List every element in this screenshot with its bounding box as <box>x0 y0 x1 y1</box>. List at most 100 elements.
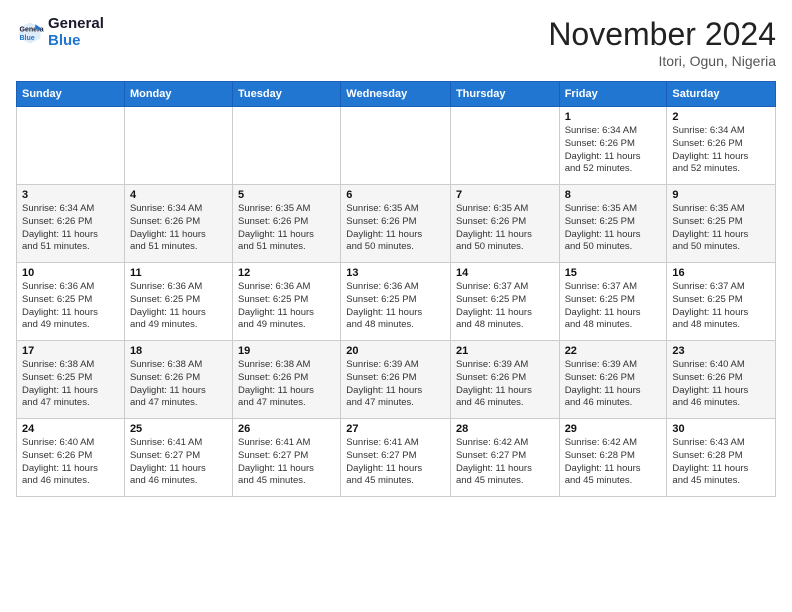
day-cell <box>17 107 125 185</box>
day-number: 3 <box>22 189 119 201</box>
day-info: Sunrise: 6:34 AM Sunset: 6:26 PM Dayligh… <box>672 125 770 176</box>
day-number: 24 <box>22 423 119 435</box>
day-cell: 26 Sunrise: 6:41 AM Sunset: 6:27 PM Dayli… <box>233 419 341 497</box>
week-row-1: 1 Sunrise: 6:34 AM Sunset: 6:26 PM Daylig… <box>17 107 776 185</box>
day-cell: 29 Sunrise: 6:42 AM Sunset: 6:28 PM Dayli… <box>559 419 667 497</box>
day-number: 19 <box>238 345 335 357</box>
day-info: Sunrise: 6:41 AM Sunset: 6:27 PM Dayligh… <box>346 437 445 488</box>
logo-text: General Blue <box>48 16 104 49</box>
day-number: 17 <box>22 345 119 357</box>
calendar-table: SundayMondayTuesdayWednesdayThursdayFrid… <box>16 81 776 497</box>
day-info: Sunrise: 6:36 AM Sunset: 6:25 PM Dayligh… <box>238 281 335 332</box>
day-cell: 2 Sunrise: 6:34 AM Sunset: 6:26 PM Daylig… <box>667 107 776 185</box>
day-info: Sunrise: 6:42 AM Sunset: 6:28 PM Dayligh… <box>565 437 662 488</box>
day-cell: 20Sunrise: 6:39 AM Sunset: 6:26 PM Dayli… <box>341 341 451 419</box>
day-cell: 11Sunrise: 6:36 AM Sunset: 6:25 PM Dayli… <box>124 263 232 341</box>
day-info: Sunrise: 6:37 AM Sunset: 6:25 PM Dayligh… <box>456 281 554 332</box>
day-info: Sunrise: 6:40 AM Sunset: 6:26 PM Dayligh… <box>22 437 119 488</box>
day-cell: 7 Sunrise: 6:35 AM Sunset: 6:26 PM Daylig… <box>450 185 559 263</box>
day-number: 9 <box>672 189 770 201</box>
day-cell: 27 Sunrise: 6:41 AM Sunset: 6:27 PM Dayli… <box>341 419 451 497</box>
day-cell: 24 Sunrise: 6:40 AM Sunset: 6:26 PM Dayli… <box>17 419 125 497</box>
day-number: 16 <box>672 267 770 279</box>
day-cell: 25 Sunrise: 6:41 AM Sunset: 6:27 PM Dayli… <box>124 419 232 497</box>
day-info: Sunrise: 6:34 AM Sunset: 6:26 PM Dayligh… <box>565 125 662 176</box>
day-number: 10 <box>22 267 119 279</box>
day-number: 22 <box>565 345 662 357</box>
header-day-wednesday: Wednesday <box>341 82 451 107</box>
title-block: November 2024 Itori, Ogun, Nigeria <box>548 16 776 69</box>
day-number: 11 <box>130 267 227 279</box>
day-cell: 15 Sunrise: 6:37 AM Sunset: 6:25 PM Dayli… <box>559 263 667 341</box>
day-number: 7 <box>456 189 554 201</box>
day-cell: 21 Sunrise: 6:39 AM Sunset: 6:26 PM Dayli… <box>450 341 559 419</box>
day-info: Sunrise: 6:38 AM Sunset: 6:26 PM Dayligh… <box>130 359 227 410</box>
month-title: November 2024 <box>548 16 776 53</box>
day-info: Sunrise: 6:35 AM Sunset: 6:26 PM Dayligh… <box>238 203 335 254</box>
header-day-friday: Friday <box>559 82 667 107</box>
day-cell: 10 Sunrise: 6:36 AM Sunset: 6:25 PM Dayli… <box>17 263 125 341</box>
location: Itori, Ogun, Nigeria <box>548 53 776 69</box>
day-info: Sunrise: 6:35 AM Sunset: 6:25 PM Dayligh… <box>672 203 770 254</box>
day-number: 1 <box>565 111 662 123</box>
day-cell: 14 Sunrise: 6:37 AM Sunset: 6:25 PM Dayli… <box>450 263 559 341</box>
day-cell: 19 Sunrise: 6:38 AM Sunset: 6:26 PM Dayli… <box>233 341 341 419</box>
day-cell <box>450 107 559 185</box>
day-info: Sunrise: 6:34 AM Sunset: 6:26 PM Dayligh… <box>130 203 227 254</box>
day-number: 14 <box>456 267 554 279</box>
day-number: 6 <box>346 189 445 201</box>
day-info: Sunrise: 6:42 AM Sunset: 6:27 PM Dayligh… <box>456 437 554 488</box>
day-cell: 12 Sunrise: 6:36 AM Sunset: 6:25 PM Dayli… <box>233 263 341 341</box>
day-cell: 22 Sunrise: 6:39 AM Sunset: 6:26 PM Dayli… <box>559 341 667 419</box>
day-cell <box>233 107 341 185</box>
logo: General Blue General Blue <box>16 16 104 49</box>
day-number: 2 <box>672 111 770 123</box>
day-info: Sunrise: 6:38 AM Sunset: 6:25 PM Dayligh… <box>22 359 119 410</box>
day-number: 30 <box>672 423 770 435</box>
day-number: 12 <box>238 267 335 279</box>
day-info: Sunrise: 6:35 AM Sunset: 6:26 PM Dayligh… <box>456 203 554 254</box>
day-cell <box>124 107 232 185</box>
day-info: Sunrise: 6:39 AM Sunset: 6:26 PM Dayligh… <box>456 359 554 410</box>
day-cell: 9 Sunrise: 6:35 AM Sunset: 6:25 PM Daylig… <box>667 185 776 263</box>
day-cell: 13Sunrise: 6:36 AM Sunset: 6:25 PM Dayli… <box>341 263 451 341</box>
day-cell: 17 Sunrise: 6:38 AM Sunset: 6:25 PM Dayli… <box>17 341 125 419</box>
day-number: 21 <box>456 345 554 357</box>
day-info: Sunrise: 6:38 AM Sunset: 6:26 PM Dayligh… <box>238 359 335 410</box>
day-info: Sunrise: 6:41 AM Sunset: 6:27 PM Dayligh… <box>130 437 227 488</box>
week-row-2: 3 Sunrise: 6:34 AM Sunset: 6:26 PM Daylig… <box>17 185 776 263</box>
logo-icon: General Blue <box>16 19 44 47</box>
day-cell <box>341 107 451 185</box>
day-cell: 3Sunrise: 6:34 AM Sunset: 6:26 PM Daylig… <box>17 185 125 263</box>
day-cell: 23 Sunrise: 6:40 AM Sunset: 6:26 PM Dayli… <box>667 341 776 419</box>
day-number: 15 <box>565 267 662 279</box>
day-info: Sunrise: 6:37 AM Sunset: 6:25 PM Dayligh… <box>565 281 662 332</box>
day-info: Sunrise: 6:35 AM Sunset: 6:25 PM Dayligh… <box>565 203 662 254</box>
day-cell: 6Sunrise: 6:35 AM Sunset: 6:26 PM Daylig… <box>341 185 451 263</box>
day-number: 26 <box>238 423 335 435</box>
week-row-3: 10 Sunrise: 6:36 AM Sunset: 6:25 PM Dayli… <box>17 263 776 341</box>
day-cell: 18 Sunrise: 6:38 AM Sunset: 6:26 PM Dayli… <box>124 341 232 419</box>
day-info: Sunrise: 6:36 AM Sunset: 6:25 PM Dayligh… <box>22 281 119 332</box>
day-number: 29 <box>565 423 662 435</box>
header-day-tuesday: Tuesday <box>233 82 341 107</box>
day-info: Sunrise: 6:36 AM Sunset: 6:25 PM Dayligh… <box>346 281 445 332</box>
day-number: 27 <box>346 423 445 435</box>
day-number: 25 <box>130 423 227 435</box>
day-info: Sunrise: 6:39 AM Sunset: 6:26 PM Dayligh… <box>565 359 662 410</box>
day-info: Sunrise: 6:37 AM Sunset: 6:25 PM Dayligh… <box>672 281 770 332</box>
day-cell: 28Sunrise: 6:42 AM Sunset: 6:27 PM Dayli… <box>450 419 559 497</box>
day-number: 23 <box>672 345 770 357</box>
header-day-saturday: Saturday <box>667 82 776 107</box>
header-day-thursday: Thursday <box>450 82 559 107</box>
week-row-5: 24 Sunrise: 6:40 AM Sunset: 6:26 PM Dayli… <box>17 419 776 497</box>
svg-text:Blue: Blue <box>20 35 35 42</box>
day-cell: 16 Sunrise: 6:37 AM Sunset: 6:25 PM Dayli… <box>667 263 776 341</box>
day-cell: 1 Sunrise: 6:34 AM Sunset: 6:26 PM Daylig… <box>559 107 667 185</box>
day-info: Sunrise: 6:41 AM Sunset: 6:27 PM Dayligh… <box>238 437 335 488</box>
day-number: 5 <box>238 189 335 201</box>
day-number: 4 <box>130 189 227 201</box>
day-info: Sunrise: 6:40 AM Sunset: 6:26 PM Dayligh… <box>672 359 770 410</box>
header-day-monday: Monday <box>124 82 232 107</box>
day-number: 18 <box>130 345 227 357</box>
